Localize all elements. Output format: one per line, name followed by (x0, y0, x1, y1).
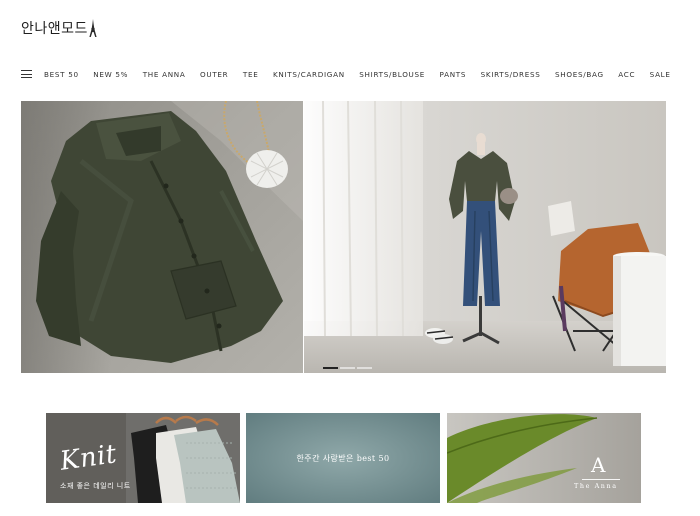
nav-item-pants[interactable]: PANTS (440, 70, 467, 79)
banner-the-anna-rule (582, 479, 620, 480)
logo-text: 안나앤모드 (21, 21, 88, 37)
eiffel-tower-icon (89, 19, 97, 37)
nav-item-the-anna[interactable]: THE ANNA (143, 70, 186, 79)
banner-best50[interactable]: 한주간 사랑받은 best 50 (246, 413, 440, 503)
nav-item-shoes-bag[interactable]: SHOES/BAG (555, 70, 604, 79)
banner-knit-caption: 소재 좋은 데일리 니트 (60, 482, 131, 490)
nav-item-knits[interactable]: KNITS/CARDIGAN (273, 70, 345, 79)
nav-item-best50[interactable]: BEST 50 (44, 70, 79, 79)
nav-item-skirts[interactable]: SKIRTS/DRESS (481, 70, 541, 79)
hero-image-mannequin (303, 101, 666, 373)
slide-divider (303, 101, 304, 373)
site-logo[interactable]: 안나앤모드 (21, 17, 97, 39)
slide-indicator-2[interactable] (340, 367, 355, 369)
slider-indicators (323, 367, 372, 369)
main-nav: BEST 50 NEW 5% THE ANNA OUTER TEE KNITS/… (21, 67, 685, 81)
banner-knit[interactable]: Knit 소재 좋은 데일리 니트 (46, 413, 240, 503)
hero-slider[interactable] (21, 101, 666, 373)
slide-indicator-3[interactable] (357, 367, 372, 369)
banner-the-anna[interactable]: A The Anna (447, 413, 641, 503)
banner-the-anna-name: The Anna (574, 482, 618, 490)
menu-icon[interactable] (21, 70, 32, 78)
banner-best50-caption: 한주간 사랑받은 best 50 (296, 454, 390, 463)
hero-image-jacket (21, 101, 303, 373)
banner-the-anna-letter: A (591, 453, 606, 477)
slide-indicator-1[interactable] (323, 367, 338, 369)
nav-item-sale[interactable]: SALE (650, 70, 671, 79)
nav-item-acc[interactable]: ACC (618, 70, 635, 79)
nav-item-new[interactable]: NEW 5% (93, 70, 128, 79)
nav-item-outer[interactable]: OUTER (200, 70, 228, 79)
promo-banners: Knit 소재 좋은 데일리 니트 한주간 사랑받은 best 50 A The… (46, 413, 641, 503)
nav-item-shirts[interactable]: SHIRTS/BLOUSE (359, 70, 425, 79)
nav-item-tee[interactable]: TEE (243, 70, 259, 79)
